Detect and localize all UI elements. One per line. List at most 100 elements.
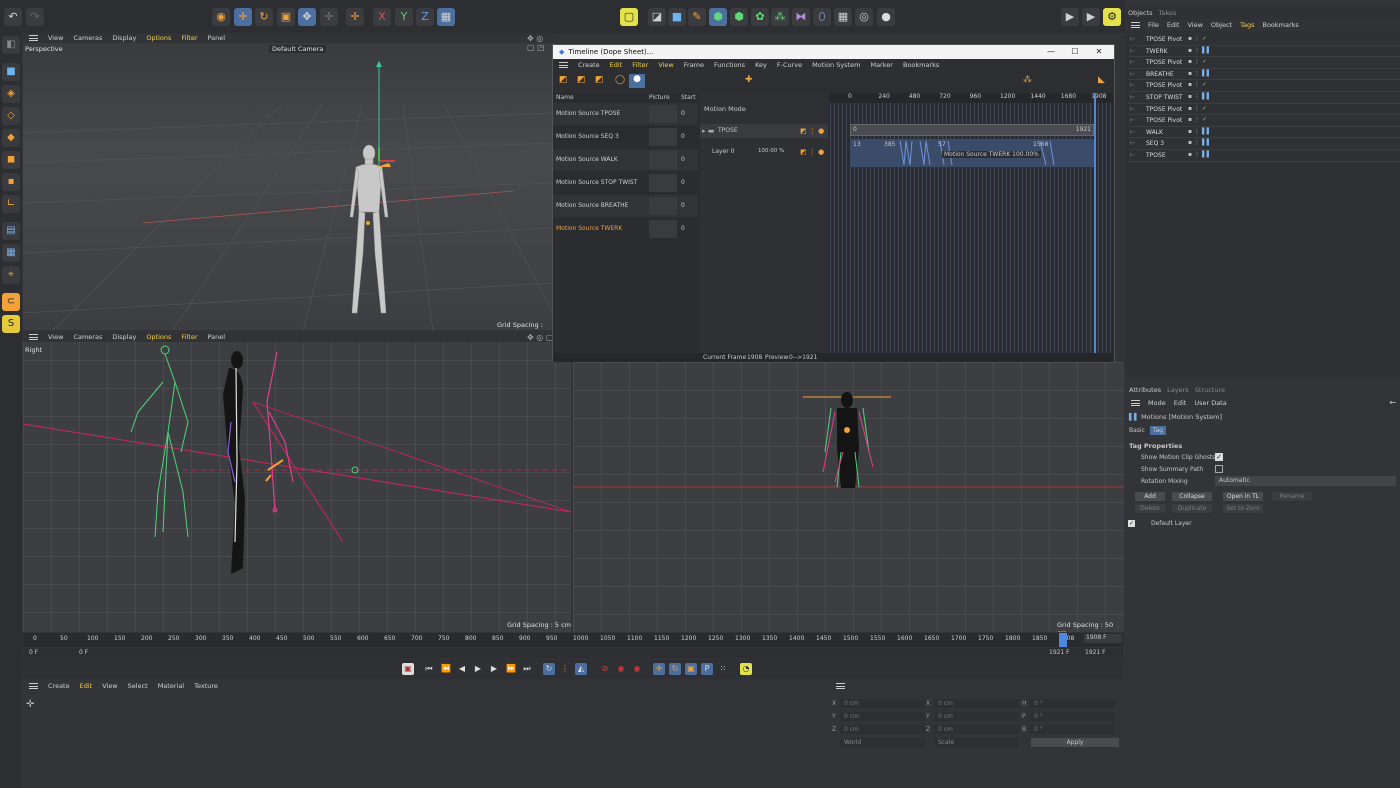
menu-panel[interactable]: Panel [208, 333, 226, 341]
menu-view[interactable]: View [48, 34, 63, 42]
y-lock-icon[interactable]: Y [395, 8, 413, 26]
coord-field[interactable]: 0 ° [1030, 699, 1115, 708]
workplane-icon[interactable]: ∟ [2, 195, 20, 213]
preview-end-field[interactable]: 1921 F [1049, 649, 1070, 656]
ghosts-checkbox[interactable]: ✓ [1215, 453, 1223, 461]
timeline-ruler[interactable]: 0 240 480 720 960 1200 1440 1680 1908 [830, 93, 1113, 103]
cube-icon[interactable]: ■ [668, 8, 686, 26]
render-icon[interactable]: ▶ [1061, 8, 1079, 26]
mograph-icon[interactable]: ⁂ [771, 8, 789, 26]
obj-menu-bookmarks[interactable]: Bookmarks [1262, 21, 1298, 29]
snap-icon[interactable]: ⌖ [2, 266, 20, 284]
start-frame-field[interactable]: 0 F [29, 649, 38, 656]
tab-takes[interactable]: Takes [1159, 9, 1177, 17]
deformer-icon[interactable]: ⧓ [792, 8, 810, 26]
camera-icon[interactable]: ◎ [855, 8, 873, 26]
motion-tag-icon[interactable]: ▌▌ [1202, 128, 1211, 135]
timeline-extra-icon[interactable]: ◣ [1098, 75, 1105, 85]
layer-row[interactable]: Layer 0 100.00 % ◩ ⋮ ● [700, 145, 828, 159]
prev-key-icon[interactable]: ⏪ [440, 663, 452, 675]
menu-display[interactable]: Display [112, 34, 136, 42]
script-icon[interactable]: S [2, 315, 20, 333]
sound-icon[interactable]: ◭ [575, 663, 587, 675]
timeline-titlebar[interactable]: ◆ Timeline (Dope Sheet)... — ☐ ✕ [553, 45, 1114, 59]
polygons-mode-icon[interactable]: ◼ [2, 151, 20, 169]
source-row[interactable]: Motion Source WALK 0 [553, 149, 698, 171]
tl-menu-bookmarks[interactable]: Bookmarks [903, 61, 939, 69]
texture-mode-icon[interactable]: ◈ [2, 85, 20, 103]
minimize-icon[interactable]: — [1044, 47, 1058, 57]
preview-start-field[interactable]: 0 F [79, 649, 88, 656]
motion-tag-icon[interactable]: ▌▌ [1202, 139, 1211, 146]
scale-icon[interactable]: ▣ [277, 8, 295, 26]
magnet-icon[interactable]: ⊂ [2, 293, 20, 311]
menu-user-data[interactable]: User Data [1194, 399, 1226, 407]
dope-sheet-area[interactable]: 0 240 480 720 960 1200 1440 1680 1908 0 1921 13 … [830, 93, 1113, 355]
mat-menu-view[interactable]: View [102, 682, 117, 690]
source-row[interactable]: Motion Source STOP TWIST 0 [553, 172, 698, 194]
solo-icon[interactable]: ▤ [2, 222, 20, 240]
coord-field[interactable]: 0 cm [840, 725, 925, 734]
pen-icon[interactable]: ✎ [688, 8, 706, 26]
collapse-button[interactable]: Collapse [1172, 492, 1212, 501]
source-row[interactable]: Motion Source TWERK 0 [553, 218, 698, 240]
character-model[interactable] [349, 144, 389, 314]
grid-floor-icon[interactable]: ▦ [834, 8, 852, 26]
mat-menu-edit[interactable]: Edit [80, 682, 93, 690]
subdivision-icon[interactable]: ⬢ [709, 8, 727, 26]
tl-menu-frame[interactable]: Frame [684, 61, 704, 69]
motion-tag-icon[interactable]: ▌▌ [1202, 93, 1211, 100]
menu-cameras[interactable]: Cameras [73, 34, 102, 42]
summary-checkbox[interactable] [1215, 465, 1223, 473]
menu-options[interactable]: Options [146, 333, 171, 341]
menu-icon[interactable] [29, 35, 38, 41]
coord-field[interactable]: 0 cm [934, 699, 1019, 708]
check-icon[interactable]: ✓ [1202, 81, 1207, 88]
loop-icon[interactable]: ↻ [543, 663, 555, 675]
delete-button[interactable]: Delete [1135, 504, 1165, 513]
right-viewport[interactable]: View Cameras Display Options Filter Pane… [23, 332, 571, 632]
world-axis-icon[interactable]: ✛ [346, 8, 364, 26]
tl-menu-edit[interactable]: Edit [610, 61, 623, 69]
object-row[interactable]: ⊢ SEQ 3 ▪ ⋮ ▌▌ [1128, 138, 1400, 150]
snap-grid-icon[interactable]: ▦ [2, 244, 20, 262]
object-row[interactable]: ⊢ TPOSE ▪ ⋮ ▌▌ [1128, 150, 1400, 162]
open-in-tl-button[interactable]: Open in TL [1223, 492, 1263, 501]
visibility-icon[interactable]: ▪ ⋮ [1188, 105, 1200, 112]
tl-menu-motion-system[interactable]: Motion System [812, 61, 860, 69]
tpose-clip[interactable]: 0 1921 [850, 124, 1094, 136]
render-preview-icon[interactable]: ▣ [402, 663, 414, 675]
visibility-icon[interactable]: ▪ ⋮ [1188, 139, 1200, 146]
coord-field[interactable]: 0 cm [934, 725, 1019, 734]
check-icon[interactable]: ✓ [1202, 116, 1207, 123]
dope-mode-icon[interactable]: ◩ [595, 75, 604, 85]
goto-end-icon[interactable]: ⏭ [521, 663, 533, 675]
check-icon[interactable]: ✓ [1202, 58, 1207, 65]
object-row[interactable]: ⊢ BREATHE ▪ ⋮ ▌▌ [1128, 69, 1400, 81]
camera-selector[interactable]: Default Camera [269, 45, 327, 53]
object-row[interactable]: ⊢ TPOSE Pivot ▪ ⋮ ✓ [1128, 80, 1400, 92]
model-mode-icon[interactable]: ◧ [2, 36, 20, 54]
object-row[interactable]: ⊢ STOP TWIST ▪ ⋮ ▌▌ [1128, 92, 1400, 104]
tab-structure[interactable]: Structure [1195, 386, 1225, 394]
autokey-icon[interactable]: ◉ [631, 663, 643, 675]
object-mode-icon[interactable]: ■ [2, 63, 20, 81]
goto-start-icon[interactable]: ⏮ [423, 663, 435, 675]
menu-edit[interactable]: Edit [1174, 399, 1187, 407]
person-icon[interactable]: ● [629, 74, 645, 88]
visibility-icon[interactable]: ▪ ⋮ [1188, 58, 1200, 65]
motion-tag-icon[interactable]: ▌▌ [1202, 151, 1211, 158]
visibility-icon[interactable]: ▪ ⋮ [1188, 47, 1200, 54]
fcurve-mode-icon[interactable]: ◩ [577, 75, 586, 85]
key-mode-icon[interactable]: ◩ [559, 75, 568, 85]
tpose-flags-icon[interactable]: ◩ ⋮ ● [800, 127, 824, 135]
move-icon[interactable]: ✛ [234, 8, 252, 26]
axis-mode-icon[interactable]: ▪ [2, 173, 20, 191]
add-key-icon[interactable]: ✚ [745, 75, 753, 85]
tab-basic[interactable]: Basic [1129, 427, 1145, 434]
tl-menu-f-curve[interactable]: F-Curve [777, 61, 802, 69]
coord-field[interactable]: 0 cm [840, 699, 925, 708]
floor-icon[interactable]: ⬯ [813, 8, 831, 26]
key-position-icon[interactable]: ✛ [653, 663, 665, 675]
cloner-icon[interactable]: ✿ [751, 8, 769, 26]
